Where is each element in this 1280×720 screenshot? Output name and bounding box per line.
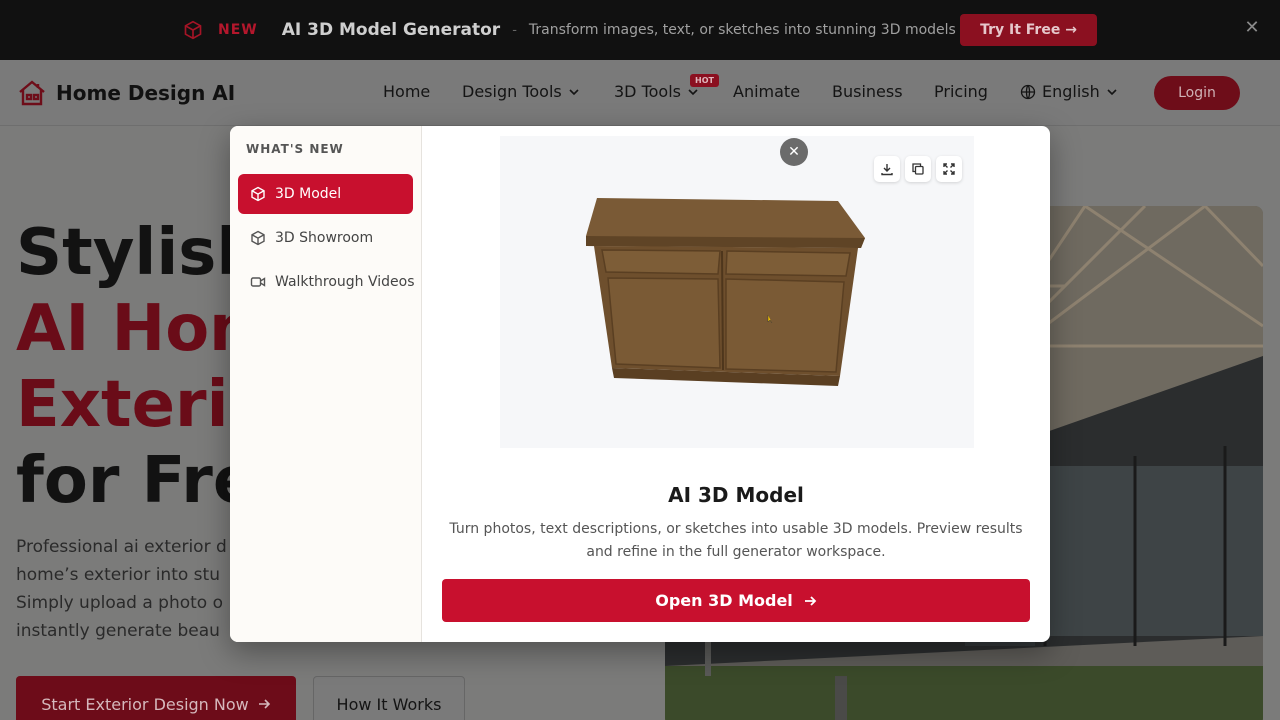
open-3d-model-label: Open 3D Model <box>655 591 793 610</box>
banner-separator: - <box>512 22 517 38</box>
language-selector[interactable]: English <box>1020 82 1118 101</box>
chevron-down-icon <box>569 88 579 95</box>
globe-icon <box>1020 84 1036 99</box>
arrow-right-icon <box>804 595 817 606</box>
nav-business-label: Business <box>832 82 903 101</box>
modal-title: AI 3D Model <box>668 483 804 507</box>
sidebar-item-label: 3D Model <box>275 186 342 202</box>
cube-icon <box>183 20 203 40</box>
modal-content: AI 3D Model Turn photos, text descriptio… <box>422 126 1050 642</box>
nav-animate-label: Animate <box>733 82 801 101</box>
nav-animate[interactable]: Animate <box>733 82 800 101</box>
promo-banner-content: NEW AI 3D Model Generator - Transform im… <box>183 14 956 46</box>
login-button[interactable]: Login <box>1154 76 1240 110</box>
new-badge: NEW <box>218 22 258 38</box>
house-icon <box>19 80 45 106</box>
modal-sidebar: WHAT'S NEW 3D Model 3D Showroom Walkthro… <box>230 126 422 642</box>
brand-name: Home Design AI <box>56 81 236 105</box>
hero-description-line-2: home’s exterior into stu <box>16 565 220 585</box>
modal-sidebar-title: WHAT'S NEW <box>246 142 344 156</box>
promo-banner: NEW AI 3D Model Generator - Transform im… <box>0 0 1280 60</box>
try-it-free-button[interactable]: Try It Free → <box>960 14 1097 46</box>
start-exterior-design-button[interactable]: Start Exterior Design Now <box>16 676 296 720</box>
hot-badge: HOT <box>690 74 719 87</box>
banner-close-icon[interactable]: ✕ <box>1243 17 1261 38</box>
how-it-works-button[interactable]: How It Works <box>313 676 465 720</box>
sidebar-item-walkthrough-videos[interactable]: Walkthrough Videos <box>238 262 420 302</box>
nav-design-tools-label: Design Tools <box>462 82 562 101</box>
nav-pricing-label: Pricing <box>934 82 988 101</box>
nav-design-tools[interactable]: Design Tools <box>462 82 580 101</box>
banner-title: AI 3D Model Generator <box>281 20 501 40</box>
hero-description-line-1: Professional ai exterior d <box>16 537 227 557</box>
sidebar-item-label: 3D Showroom <box>275 230 374 246</box>
brand-logo[interactable]: Home Design AI <box>17 78 235 108</box>
sidebar-item-3d-showroom[interactable]: 3D Showroom <box>238 218 413 258</box>
cabinet-3d-model <box>586 198 865 386</box>
banner-description: Transform images, text, or sketches into… <box>528 22 956 38</box>
hero-heading-line-4: for Fre <box>16 444 257 518</box>
modal-description: Turn photos, text descriptions, or sketc… <box>449 521 1023 560</box>
nav-home-label: Home <box>383 82 431 101</box>
hero-description-line-4: instantly generate beau <box>16 621 220 641</box>
hero-heading-line-1: Stylish <box>16 216 262 290</box>
nav-business[interactable]: Business <box>832 82 903 101</box>
nav-3d-tools-label: 3D Tools <box>614 82 681 101</box>
start-exterior-design-label: Start Exterior Design Now <box>41 694 249 714</box>
video-camera-icon <box>250 277 266 287</box>
sidebar-item-3d-model[interactable]: 3D Model <box>238 174 413 214</box>
chevron-down-icon <box>688 88 698 95</box>
cube-icon <box>251 186 265 202</box>
whats-new-modal: WHAT'S NEW 3D Model 3D Showroom Walkthro… <box>230 126 1050 642</box>
chevron-down-icon <box>1107 88 1117 95</box>
3d-model-preview[interactable] <box>500 136 974 448</box>
sidebar-item-label: Walkthrough Videos <box>275 274 415 290</box>
modal-close-icon[interactable]: ✕ <box>780 138 808 166</box>
nav-pricing[interactable]: Pricing <box>934 82 988 101</box>
main-nav: Home Design AI Home Design Tools 3D Tool… <box>0 60 1280 126</box>
open-3d-model-button[interactable]: Open 3D Model <box>442 579 1030 622</box>
arrow-right-icon <box>258 699 270 709</box>
hero-description-line-3: Simply upload a photo o <box>16 593 224 613</box>
box-icon <box>251 230 265 246</box>
nav-home[interactable]: Home <box>383 82 430 101</box>
language-label: English <box>1042 82 1100 101</box>
nav-3d-tools[interactable]: 3D Tools <box>614 82 699 101</box>
